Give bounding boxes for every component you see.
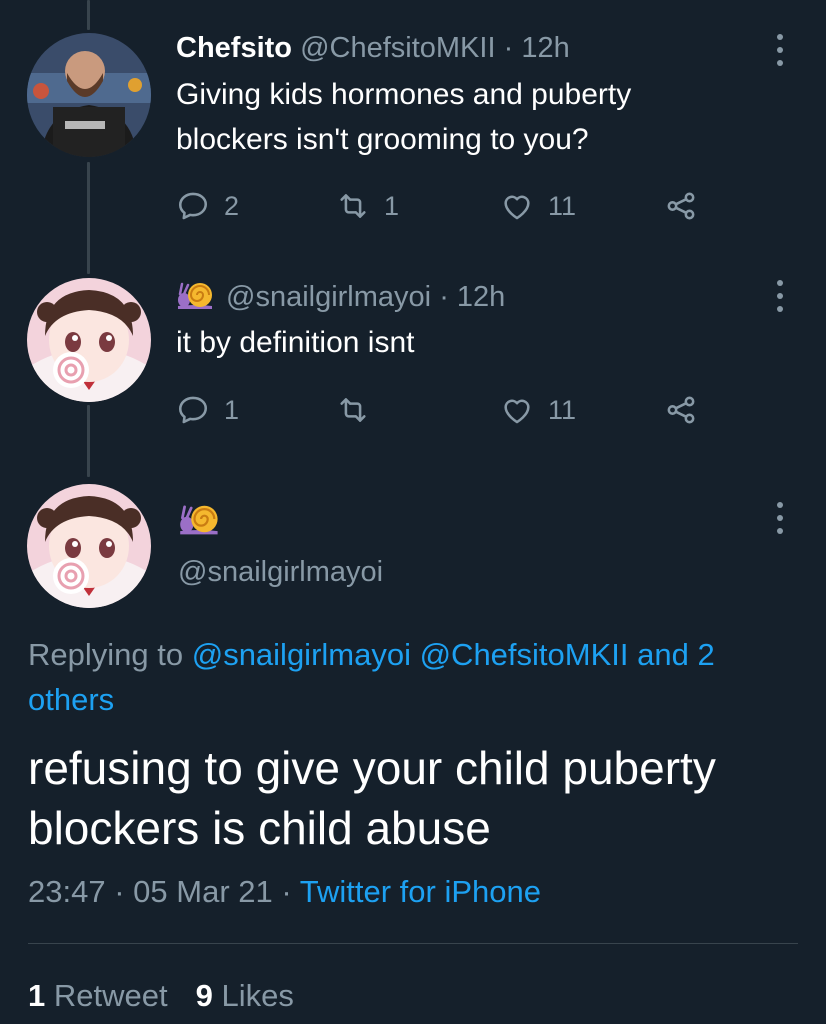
thread-line <box>87 0 90 30</box>
tweet-text: Giving kids hormones and puberty blocker… <box>176 78 632 156</box>
tweet-time[interactable]: 12h <box>521 32 569 64</box>
tweet-actions: 1 11 <box>176 390 706 430</box>
like-count: 11 <box>548 190 577 221</box>
handle[interactable]: @ChefsitoMKII <box>300 32 495 64</box>
replying-links[interactable]: @snailgirlmayoi @ChefsitoMKII and 2 <box>192 637 715 672</box>
thread-line <box>87 405 90 477</box>
reply-button[interactable]: 1 <box>176 390 239 430</box>
avatar-snailgirlmayoi[interactable] <box>27 484 151 608</box>
retweets-stat[interactable]: 1 Retweet <box>28 978 168 1013</box>
like-count: 11 <box>548 394 577 425</box>
share-button[interactable] <box>664 186 698 226</box>
replying-to: Replying to @snailgirlmayoi @ChefsitoMKI… <box>28 632 798 722</box>
retweet-icon <box>340 398 366 422</box>
handle[interactable]: @snailgirlmayoi <box>226 281 431 313</box>
separator: · <box>503 32 514 64</box>
tweet-meta: Chefsito @ChefsitoMKII · 12h <box>176 32 570 65</box>
handle[interactable]: @snailgirlmayoi <box>178 556 383 589</box>
likes-stat[interactable]: 9 Likes <box>196 978 294 1013</box>
retweet-button[interactable] <box>336 390 384 430</box>
like-icon <box>504 195 530 220</box>
replying-prefix: Replying to <box>28 637 184 672</box>
share-button[interactable] <box>664 390 698 430</box>
tweet-actions: 2 1 11 <box>176 186 706 226</box>
separator: · <box>114 874 125 909</box>
snail-emoji-icon <box>180 505 218 535</box>
reply-button[interactable]: 2 <box>176 186 239 226</box>
tweet-time[interactable]: 23:47 <box>28 874 106 909</box>
share-icon <box>667 396 695 424</box>
retweet-button[interactable]: 1 <box>336 186 399 226</box>
tweet-time[interactable]: 12h <box>457 281 505 313</box>
separator: · <box>281 874 292 909</box>
retweet-icon <box>340 194 366 218</box>
reply-icon <box>178 192 208 220</box>
like-button[interactable]: 11 <box>500 186 576 226</box>
like-icon <box>504 399 530 424</box>
focused-tweet-text: refusing to give your child puberty bloc… <box>28 742 716 854</box>
separator: · <box>439 281 449 313</box>
reply-count: 1 <box>224 394 240 425</box>
reply-count: 2 <box>224 190 240 221</box>
snail-emoji-icon <box>178 282 212 309</box>
tweet-date[interactable]: 05 Mar 21 <box>133 874 273 909</box>
display-name[interactable]: Chefsito <box>176 32 292 64</box>
tweet-source[interactable]: Twitter for iPhone <box>300 874 541 909</box>
tweet-text: it by definition isnt <box>176 326 415 359</box>
more-icon[interactable] <box>770 30 790 70</box>
like-button[interactable]: 11 <box>500 390 576 430</box>
more-icon[interactable] <box>770 276 790 316</box>
retweet-count: 1 <box>384 190 400 221</box>
tweet-timestamp: 23:47 · 05 Mar 21 · Twitter for iPhone <box>28 874 541 910</box>
avatar-chefsito[interactable] <box>27 33 151 157</box>
tweet-meta: @snailgirlmayoi · 12h <box>176 280 505 314</box>
divider <box>28 943 798 944</box>
share-icon <box>667 192 695 220</box>
more-icon[interactable] <box>770 498 790 538</box>
thread-line <box>87 162 90 274</box>
avatar-snailgirlmayoi[interactable] <box>27 278 151 402</box>
replying-links-others[interactable]: others <box>28 682 114 717</box>
reply-icon <box>178 396 208 424</box>
engagement-stats: 1 Retweet 9 Likes <box>28 978 294 1014</box>
